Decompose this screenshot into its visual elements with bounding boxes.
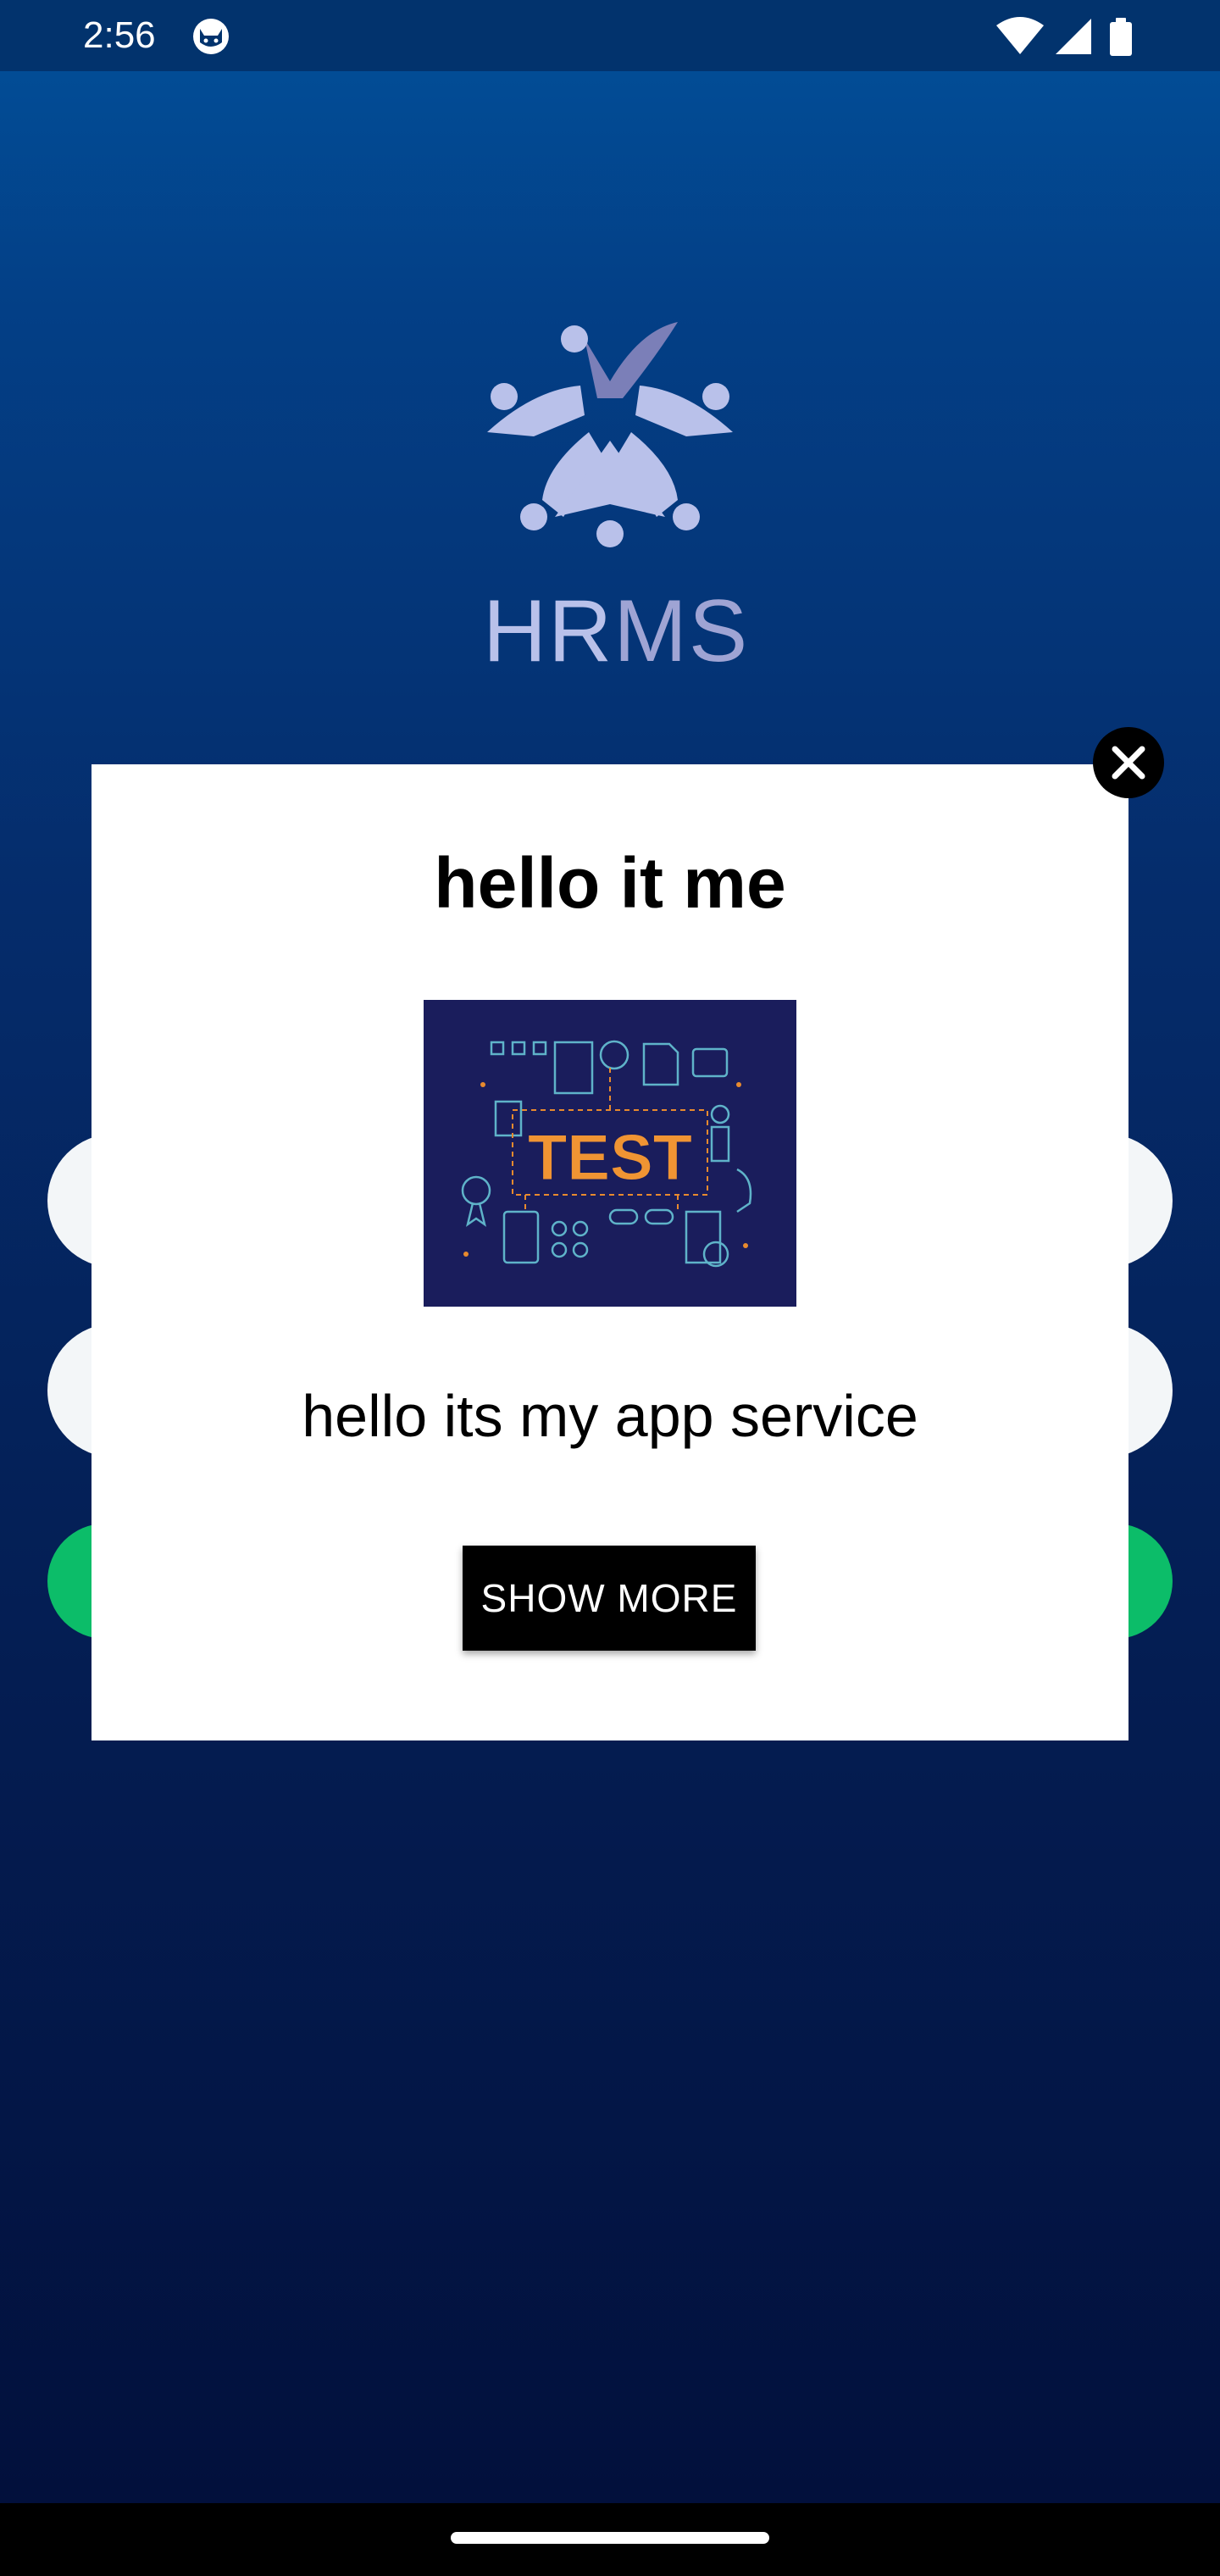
app-screen: 2:56 HRMS hello it me TEST hello its my … [0,0,1220,2576]
show-more-button[interactable]: SHOW MORE [463,1546,756,1651]
close-icon [1112,746,1145,780]
battery-icon [1110,18,1132,56]
home-indicator[interactable] [451,2532,769,2544]
close-modal-button[interactable] [1093,727,1164,798]
signal-icon [1056,19,1091,54]
status-bar: 2:56 [0,0,1220,71]
navigation-bar [0,2503,1220,2576]
test-illustration-text: TEST [528,1122,692,1194]
cat-notification-icon [193,19,229,54]
test-illustration-icon: TEST [424,1000,796,1307]
status-icons [996,17,1132,56]
modal-body-text: hello its my app service [302,1383,918,1449]
wifi-icon [996,17,1044,54]
status-time: 2:56 [83,14,156,56]
popup-modal: hello it me TEST hello its my app servic… [92,764,1128,1740]
modal-title: hello it me [434,843,786,923]
